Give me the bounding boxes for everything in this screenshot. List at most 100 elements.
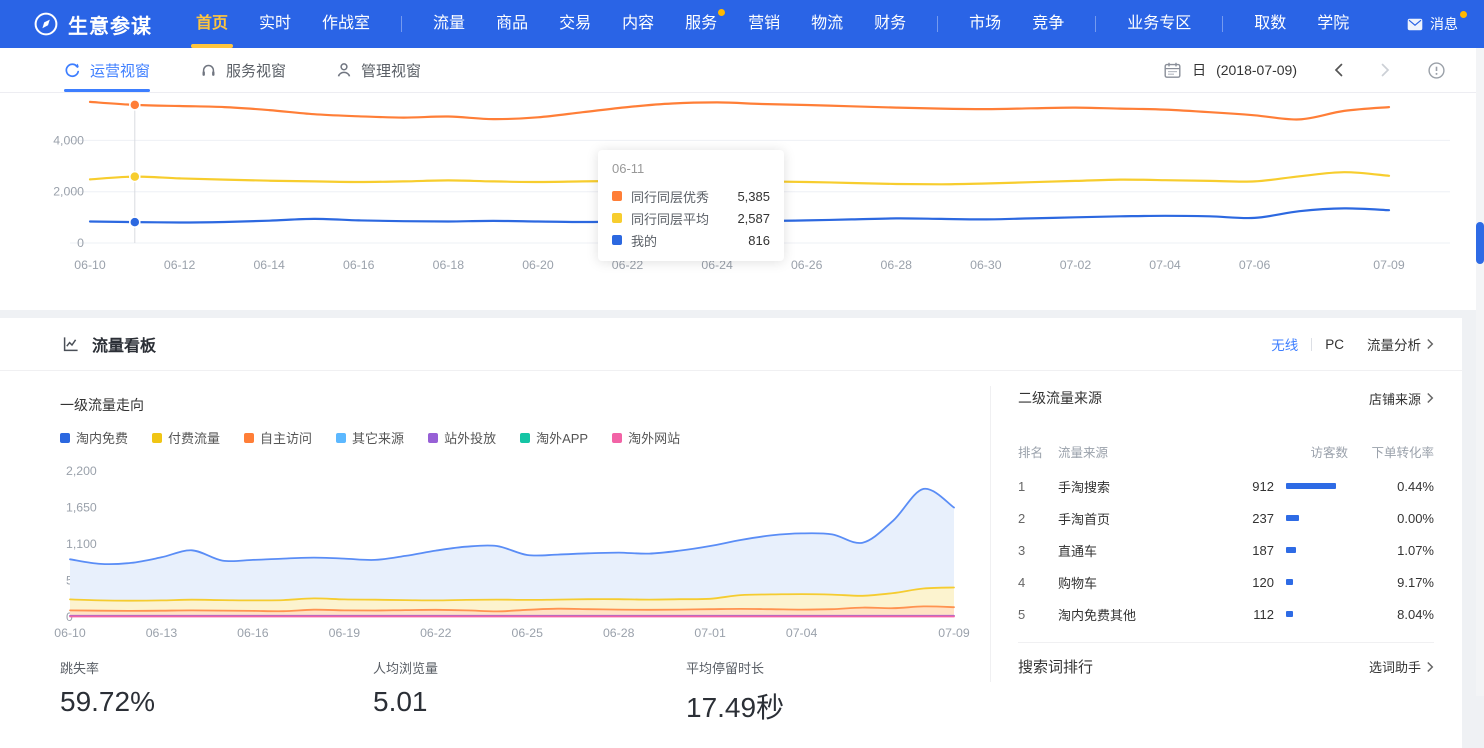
nav-item-19[interactable]: 学院 [1317, 0, 1349, 48]
nav-menu: 首页实时作战室 流量商品交易内容服务营销物流财务 市场竞争 业务专区 取数学院 [196, 0, 1349, 48]
device-tab-wireless[interactable]: 无线 [1271, 334, 1298, 354]
nav-item-7[interactable]: 内容 [622, 0, 654, 48]
series-value: 2,587 [737, 211, 770, 226]
nav-item-11[interactable]: 财务 [874, 0, 906, 48]
legend-item-6[interactable]: 淘外网站 [612, 428, 680, 447]
notification-dot [718, 9, 725, 16]
next-date-button-disabled[interactable] [1380, 62, 1391, 78]
chevron-right-icon [1426, 392, 1434, 404]
legend-item-2[interactable]: 自主访问 [244, 428, 312, 447]
cell-source: 购物车 [1058, 573, 1218, 592]
legend-item-4[interactable]: 站外投放 [428, 428, 496, 447]
svg-text:06-26: 06-26 [791, 258, 823, 272]
scrollbar-thumb[interactable] [1476, 222, 1484, 264]
cell-rank: 4 [1018, 575, 1058, 590]
nav-item-2[interactable]: 作战室 [322, 0, 370, 48]
legend-marker [520, 433, 530, 443]
date-value[interactable]: (2018-07-09) [1216, 62, 1297, 78]
source-panel-header: 二级流量来源 店铺来源 [1018, 388, 1434, 408]
cell-cvr: 1.07% [1348, 543, 1434, 558]
visitors-bar [1286, 611, 1293, 617]
nav-item-1[interactable]: 实时 [259, 0, 291, 48]
legend-label: 站外投放 [444, 428, 496, 447]
svg-text:06-16: 06-16 [237, 626, 269, 640]
nav-item-10[interactable]: 物流 [811, 0, 843, 48]
word-helper-link[interactable]: 选词助手 [1369, 657, 1434, 676]
tab-management-view[interactable]: 管理视窗 [336, 48, 421, 92]
nav-item-5[interactable]: 商品 [496, 0, 528, 48]
nav-item-0[interactable]: 首页 [196, 0, 228, 48]
tooltip-row: 我的 816 [612, 229, 770, 251]
svg-text:1,100: 1,100 [66, 537, 97, 551]
cell-visitors-bar [1274, 515, 1348, 521]
legend-marker [336, 433, 346, 443]
nav-item-18[interactable]: 取数 [1254, 0, 1286, 48]
svg-text:06-10: 06-10 [54, 626, 86, 640]
nav-item-4[interactable]: 流量 [433, 0, 465, 48]
legend-label: 淘外网站 [628, 428, 680, 447]
nav-item-9[interactable]: 营销 [748, 0, 780, 48]
messages-button[interactable]: 消息 [1407, 14, 1458, 34]
traffic-board-header: 流量看板 无线 PC 流量分析 [0, 318, 1462, 371]
svg-text:07-02: 07-02 [1060, 258, 1092, 272]
svg-text:0: 0 [77, 236, 84, 250]
col-rank: 排名 [1018, 442, 1058, 461]
cell-source: 手淘搜索 [1058, 477, 1218, 496]
visitors-bar [1286, 579, 1293, 585]
divider [1018, 642, 1434, 643]
svg-text:06-10: 06-10 [74, 258, 106, 272]
nav-item-16[interactable]: 业务专区 [1127, 0, 1191, 48]
chevron-right-icon [1426, 338, 1434, 350]
cell-visitors-bar [1274, 547, 1348, 553]
legend-item-0[interactable]: 淘内免费 [60, 428, 128, 447]
cell-visitors: 187 [1218, 543, 1274, 558]
link-label: 流量分析 [1367, 334, 1421, 354]
legend-item-5[interactable]: 淘外APP [520, 428, 588, 447]
link-label: 店铺来源 [1369, 389, 1421, 408]
traffic-analysis-link[interactable]: 流量分析 [1367, 334, 1434, 354]
calendar-icon[interactable] [1163, 61, 1182, 80]
info-icon[interactable] [1427, 61, 1446, 80]
legend-label: 淘外APP [536, 428, 588, 447]
stat-label: 人均浏览量 [373, 658, 686, 677]
brand[interactable]: 生意参谋 [34, 10, 152, 39]
cell-source: 淘内免费其他 [1058, 605, 1218, 624]
nav-item-14[interactable]: 竞争 [1032, 0, 1064, 48]
cell-visitors-bar [1274, 579, 1348, 585]
date-mode[interactable]: 日 [1192, 60, 1206, 80]
series-marker [612, 235, 622, 245]
series-name: 我的 [631, 231, 657, 250]
nav-item-13[interactable]: 市场 [969, 0, 1001, 48]
vertical-divider [990, 386, 991, 682]
svg-text:06-14: 06-14 [253, 258, 285, 272]
tab-service-view[interactable]: 服务视窗 [200, 48, 286, 92]
nav-item-6[interactable]: 交易 [559, 0, 591, 48]
nav-divider [1095, 16, 1096, 32]
nav-item-8[interactable]: 服务 [685, 0, 717, 48]
device-tab-pc[interactable]: PC [1325, 337, 1344, 352]
tab-operation-view[interactable]: 运营视窗 [64, 48, 150, 92]
series-name: 同行同层平均 [631, 209, 709, 228]
cell-visitors: 112 [1218, 607, 1274, 622]
scrollbar-track[interactable] [1476, 48, 1484, 696]
traffic-area-chart[interactable]: 05501,1001,6502,20006-1006-1306-1606-190… [0, 458, 980, 658]
cell-rank: 5 [1018, 607, 1058, 622]
chart-tooltip: 06-11 同行同层优秀 5,385 同行同层平均 2,587 我的 816 [598, 150, 784, 261]
stats-row: 跳失率 59.72% 人均浏览量 5.01 平均停留时长 17.49秒 [60, 658, 999, 726]
cell-source: 直通车 [1058, 541, 1218, 560]
table-row: 5淘内免费其他1128.04% [1018, 598, 1434, 630]
prev-date-button[interactable] [1333, 62, 1344, 78]
svg-text:1,650: 1,650 [66, 501, 97, 515]
svg-text:07-04: 07-04 [1149, 258, 1181, 272]
legend-item-3[interactable]: 其它来源 [336, 428, 404, 447]
cell-rank: 3 [1018, 543, 1058, 558]
table-row: 2手淘首页2370.00% [1018, 502, 1434, 534]
panel-title: 二级流量来源 [1018, 388, 1102, 408]
visitors-bar [1286, 547, 1296, 553]
svg-text:2,000: 2,000 [53, 185, 84, 199]
svg-text:06-13: 06-13 [146, 626, 178, 640]
svg-text:06-25: 06-25 [512, 626, 544, 640]
legend-item-1[interactable]: 付费流量 [152, 428, 220, 447]
benchmark-chart-area: 02,0004,00006-1006-1206-1406-1606-1806-2… [0, 93, 1476, 309]
shop-source-link[interactable]: 店铺来源 [1369, 389, 1434, 408]
